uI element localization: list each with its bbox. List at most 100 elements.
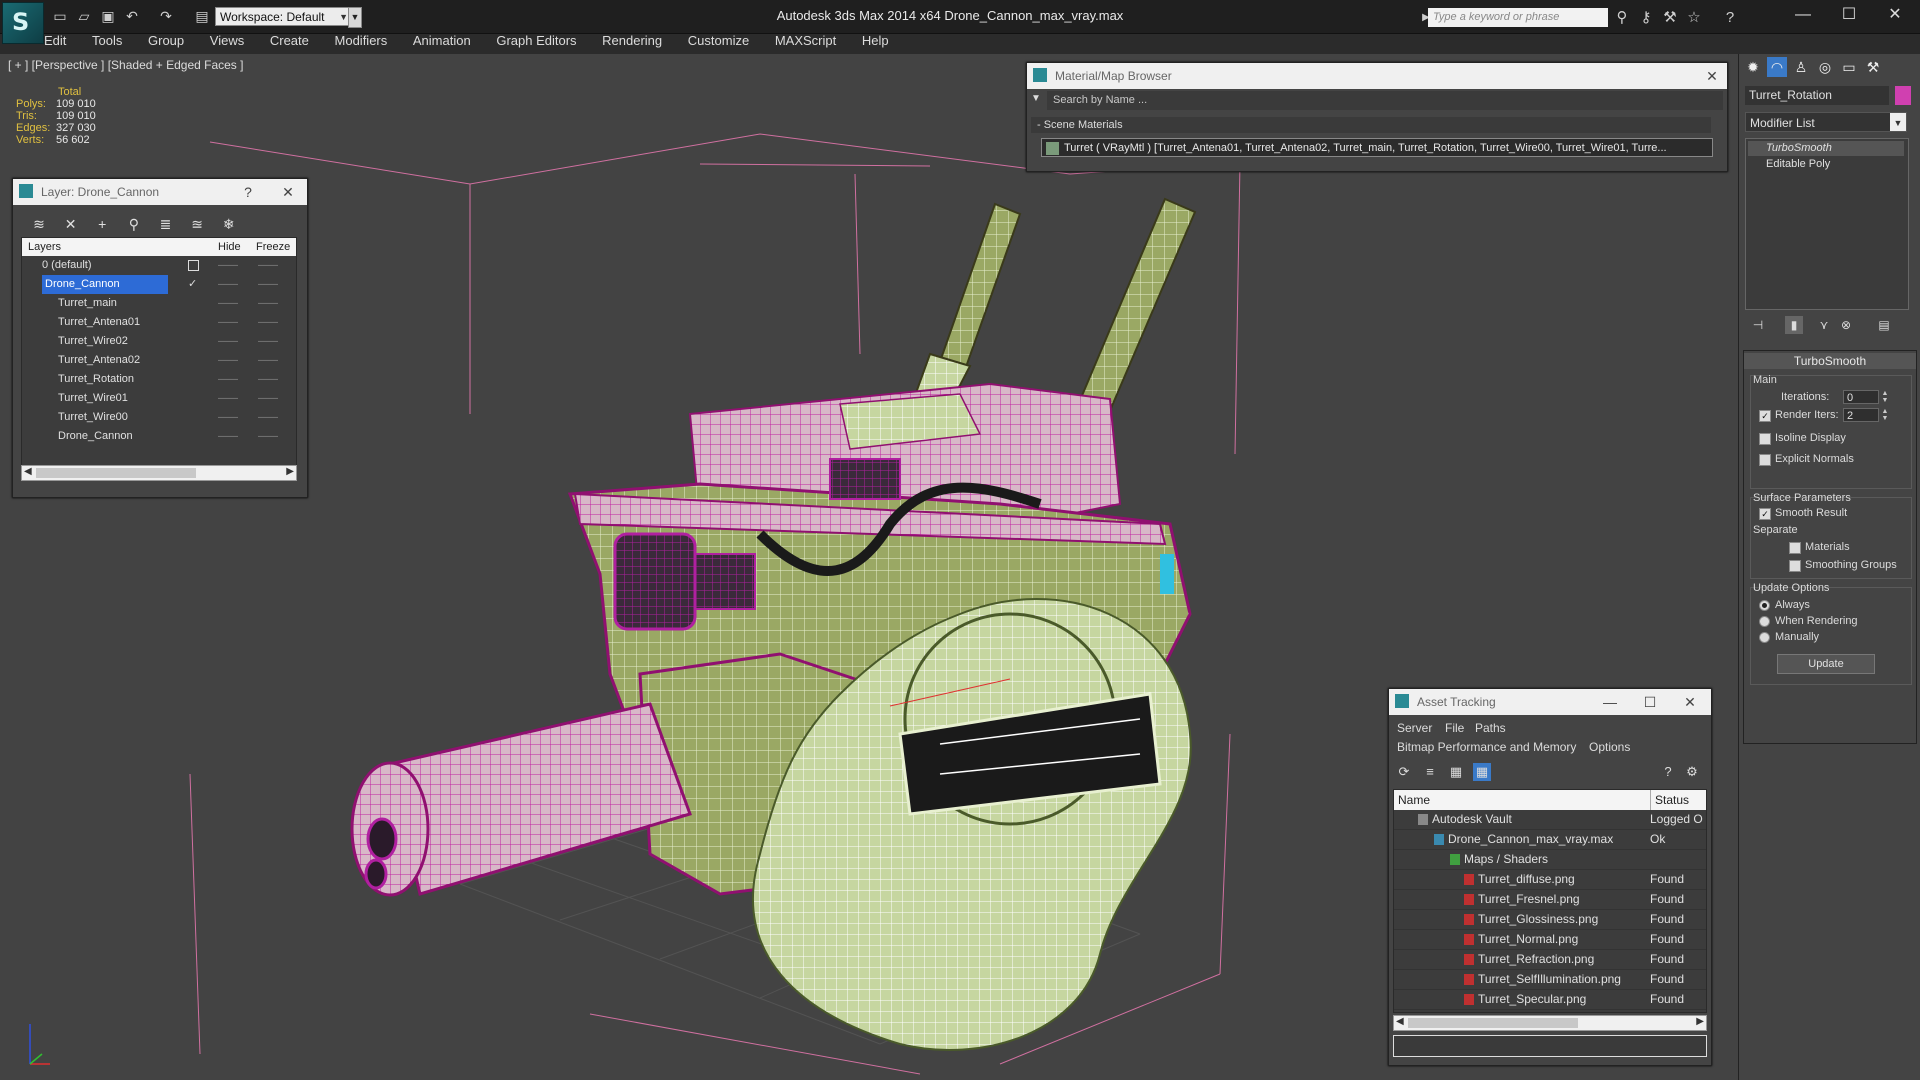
object-name-field[interactable]: Turret_Rotation	[1745, 86, 1889, 105]
freeze-toggle[interactable]: ——	[258, 408, 278, 427]
maximize-icon[interactable]: ☐	[1637, 689, 1663, 715]
hide-toggle[interactable]: ——	[218, 275, 238, 294]
highlight-layer-icon[interactable]: ≣	[154, 213, 178, 235]
redo-icon[interactable]: ↷	[156, 7, 176, 25]
binoculars-icon[interactable]: ⚲	[1612, 8, 1632, 27]
favorites-star-icon[interactable]: ☆	[1684, 8, 1704, 27]
hide-toggle[interactable]: ——	[218, 389, 238, 408]
always-radio[interactable]	[1759, 600, 1770, 611]
hide-toggle[interactable]: ——	[218, 256, 238, 275]
hide-all-layers-icon[interactable]: ≊	[185, 213, 209, 235]
current-layer-checkbox[interactable]	[188, 260, 199, 271]
add-to-layer-icon[interactable]: +	[90, 213, 114, 235]
menu-paths[interactable]: Paths	[1475, 721, 1506, 735]
freeze-toggle[interactable]: ——	[258, 313, 278, 332]
material-search-input[interactable]: Search by Name ...	[1047, 91, 1723, 110]
material-row[interactable]: Turret ( VRayMtl ) [Turret_Antena01, Tur…	[1041, 138, 1713, 157]
explicit-normals-checkbox[interactable]	[1759, 454, 1771, 466]
menu-animation[interactable]: Animation	[413, 33, 471, 48]
asset-path-field[interactable]	[1393, 1035, 1707, 1057]
close-icon[interactable]: ✕	[1872, 0, 1918, 30]
project-folder-icon[interactable]: ▤	[192, 7, 212, 25]
menu-views[interactable]: Views	[210, 33, 244, 48]
app-logo-button[interactable]: S	[2, 2, 44, 44]
scene-materials-group[interactable]: - Scene Materials	[1031, 117, 1711, 133]
close-icon[interactable]: ✕	[1677, 689, 1703, 715]
layer-object-row[interactable]: Turret_Wire01 —— ——	[22, 389, 296, 408]
modify-tab-icon[interactable]: ◠	[1767, 57, 1787, 77]
display-tab-icon[interactable]: ▭	[1839, 57, 1859, 77]
help-icon[interactable]: ?	[1720, 8, 1740, 27]
maximize-icon[interactable]: ☐	[1826, 0, 1872, 30]
isoline-checkbox[interactable]	[1759, 433, 1771, 445]
layer-object-row[interactable]: Turret_Antena01 —— ——	[22, 313, 296, 332]
workspace-dropdown-icon[interactable]: ▼	[348, 7, 362, 28]
modifier-list-dropdown[interactable]: Modifier List ▼	[1745, 112, 1907, 132]
horizontal-scrollbar[interactable]: ◀ ▶	[1393, 1015, 1707, 1031]
menu-bitmap-performance[interactable]: Bitmap Performance and Memory	[1397, 740, 1576, 754]
menu-customize[interactable]: Customize	[688, 33, 749, 48]
menu-create[interactable]: Create	[270, 33, 309, 48]
checkmark-icon[interactable]: ✓	[188, 275, 197, 294]
hide-toggle[interactable]: ——	[218, 294, 238, 313]
smoothing-groups-checkbox[interactable]	[1789, 560, 1801, 572]
close-icon[interactable]: ✕	[275, 179, 301, 205]
minimize-icon[interactable]: —	[1780, 0, 1826, 30]
menu-tools[interactable]: Tools	[92, 33, 122, 48]
asset-tracking-titlebar[interactable]: Asset Tracking — ☐ ✕	[1389, 689, 1711, 715]
asset-row[interactable]: Drone_Cannon_max_vray.max Ok	[1394, 830, 1706, 850]
communication-center-icon[interactable]: ⚒	[1660, 8, 1680, 27]
col-layers[interactable]: Layers	[28, 238, 61, 256]
iterations-spinner[interactable]: 0	[1843, 390, 1879, 404]
layer-object-row[interactable]: Turret_Antena02 —— ——	[22, 351, 296, 370]
materials-checkbox[interactable]	[1789, 542, 1801, 554]
key-icon[interactable]: ⚷	[1636, 8, 1656, 27]
make-unique-icon[interactable]: ⋎	[1815, 316, 1833, 334]
layer-object-row[interactable]: Turret_Wire00 —— ——	[22, 408, 296, 427]
menu-options[interactable]: Options	[1589, 740, 1630, 754]
create-layer-icon[interactable]: ≋	[27, 213, 51, 235]
asset-row[interactable]: Turret_Normal.png Found	[1394, 930, 1706, 950]
workspace-select[interactable]: Workspace: Default ▼	[215, 7, 353, 26]
when-rendering-radio[interactable]	[1759, 616, 1770, 627]
layer-object-row[interactable]: Drone_Cannon —— ——	[22, 427, 296, 446]
scroll-thumb[interactable]	[36, 468, 196, 478]
layer-row[interactable]: 0 (default) —— ——	[22, 256, 296, 275]
thumbnail-view-icon[interactable]: ▦	[1447, 763, 1465, 781]
freeze-toggle[interactable]: ——	[258, 294, 278, 313]
asset-row[interactable]: Autodesk Vault Logged O	[1394, 810, 1706, 830]
scroll-right-icon[interactable]: ▶	[286, 466, 294, 477]
spinner-arrows-icon[interactable]: ▲ ▼	[1881, 390, 1889, 404]
stack-item-editable-poly[interactable]: Editable Poly	[1748, 157, 1904, 172]
configure-sets-icon[interactable]: ▤	[1875, 316, 1893, 334]
options-arrow-icon[interactable]: ▼	[1031, 93, 1041, 104]
asset-row[interactable]: Turret_Refraction.png Found	[1394, 950, 1706, 970]
close-icon[interactable]: ✕	[1699, 63, 1725, 89]
hide-toggle[interactable]: ——	[218, 351, 238, 370]
pin-stack-icon[interactable]: ⊣	[1749, 316, 1767, 334]
layer-object-row[interactable]: Turret_Wire02 —— ——	[22, 332, 296, 351]
menu-rendering[interactable]: Rendering	[602, 33, 662, 48]
object-color-swatch[interactable]	[1895, 86, 1911, 105]
hierarchy-tab-icon[interactable]: ♙	[1791, 57, 1811, 77]
asset-row[interactable]: Turret_Specular.png Found	[1394, 990, 1706, 1010]
menu-graph-editors[interactable]: Graph Editors	[496, 33, 576, 48]
delete-layer-icon[interactable]: ✕	[59, 213, 83, 235]
motion-tab-icon[interactable]: ◎	[1815, 57, 1835, 77]
layer-object-row[interactable]: Turret_main —— ——	[22, 294, 296, 313]
col-hide[interactable]: Hide	[218, 238, 241, 256]
scroll-right-icon[interactable]: ▶	[1696, 1016, 1704, 1027]
menu-server[interactable]: Server	[1397, 721, 1432, 735]
scroll-thumb[interactable]	[1408, 1018, 1578, 1028]
scroll-left-icon[interactable]: ◀	[1396, 1016, 1404, 1027]
scroll-left-icon[interactable]: ◀	[24, 466, 32, 477]
hide-toggle[interactable]: ——	[218, 370, 238, 389]
render-iters-spinner[interactable]: 2	[1843, 408, 1879, 422]
search-input[interactable]: Type a keyword or phrase	[1428, 8, 1608, 27]
viewport-label-menu[interactable]: [ + ] [Perspective ] [Shaded + Edged Fac…	[8, 58, 243, 72]
asset-row[interactable]: Turret_Glossiness.png Found	[1394, 910, 1706, 930]
menu-help[interactable]: Help	[862, 33, 889, 48]
asset-row[interactable]: Turret_diffuse.png Found	[1394, 870, 1706, 890]
menu-maxscript[interactable]: MAXScript	[775, 33, 836, 48]
freeze-all-layers-icon[interactable]: ❄	[217, 213, 241, 235]
